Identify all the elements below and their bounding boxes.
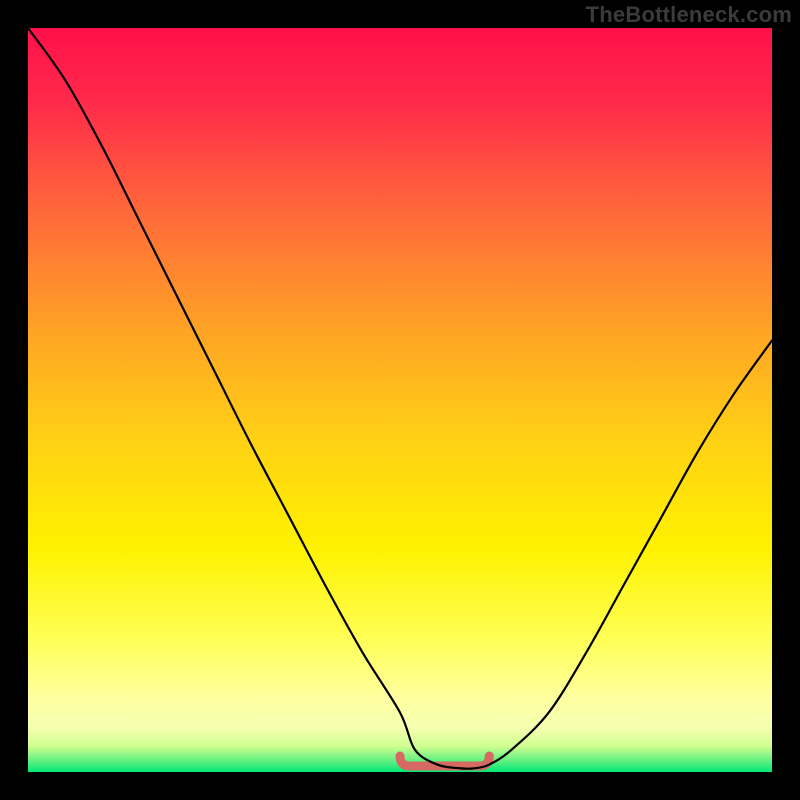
chart-frame: TheBottleneck.com <box>0 0 800 800</box>
gradient-background <box>28 28 772 772</box>
watermark-text: TheBottleneck.com <box>586 2 792 28</box>
plot-area <box>28 28 772 772</box>
bottleneck-curve-chart <box>28 28 772 772</box>
